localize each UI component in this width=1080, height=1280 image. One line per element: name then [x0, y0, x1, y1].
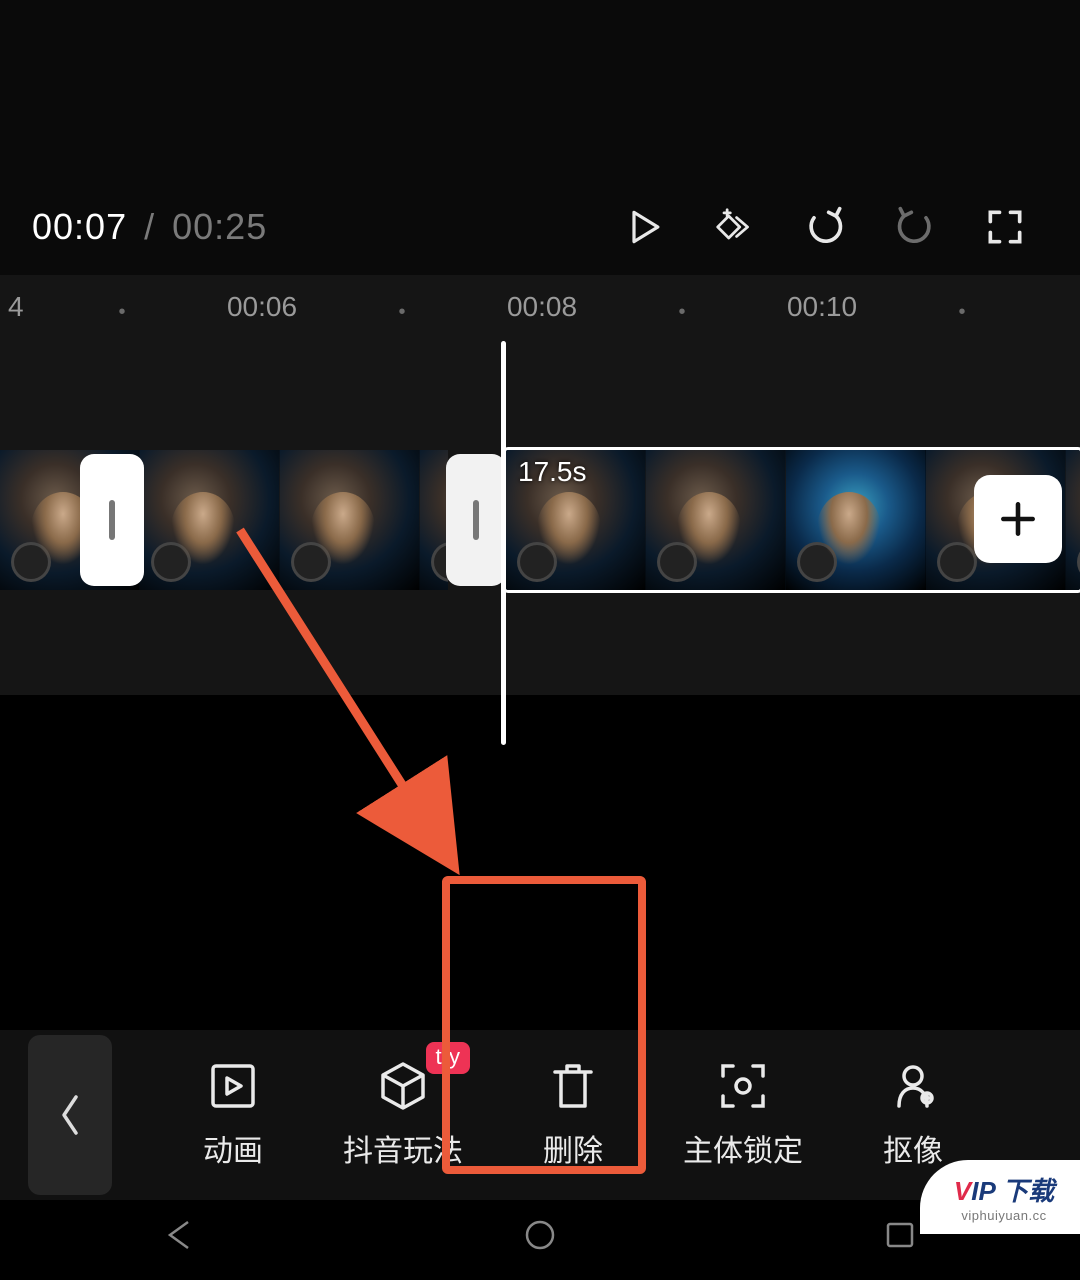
play-button[interactable]: [600, 197, 690, 257]
tool-animation[interactable]: 动画: [148, 1060, 318, 1170]
undo-button[interactable]: [780, 197, 870, 257]
ruler-tick: 00:06: [227, 291, 297, 323]
player-controls: 00:07 / 00:25: [0, 197, 1080, 257]
keyframe-button[interactable]: [690, 197, 780, 257]
animation-icon: [207, 1060, 259, 1112]
nav-back-icon[interactable]: [160, 1218, 200, 1257]
tool-douyin-effects[interactable]: try 抖音玩法: [318, 1060, 488, 1170]
system-nav-bar: [0, 1200, 1080, 1280]
tool-label: 删除: [543, 1126, 603, 1170]
time-separator: /: [144, 206, 155, 247]
cutout-icon: [887, 1060, 939, 1112]
watermark: VIP 下载 viphuiyuan.cc: [920, 1160, 1080, 1234]
time-display: 00:07 / 00:25: [32, 206, 267, 248]
ruler-tick: 00:08: [507, 291, 577, 323]
ruler-edge: 4: [8, 291, 24, 323]
time-ruler[interactable]: 4 • 00:06 • 00:08 • 00:10 •: [0, 275, 1080, 333]
transition-handle[interactable]: [446, 454, 506, 586]
watermark-brand-v: V: [954, 1176, 971, 1206]
tool-cutout[interactable]: 抠像: [828, 1060, 998, 1170]
toolbar-back-button[interactable]: [28, 1035, 112, 1195]
redo-button[interactable]: [870, 197, 960, 257]
tool-subject-lock[interactable]: 主体锁定: [658, 1060, 828, 1170]
clip-duration-badge: 17.5s: [518, 456, 587, 488]
delete-icon: [547, 1060, 599, 1112]
ruler-tick: 00:10: [787, 291, 857, 323]
time-current: 00:07: [32, 206, 127, 247]
add-clip-button[interactable]: [974, 475, 1062, 563]
timeline[interactable]: 4 • 00:06 • 00:08 • 00:10 • 17.5s: [0, 275, 1080, 695]
tool-label: 抠像: [883, 1126, 943, 1170]
time-total: 00:25: [172, 206, 267, 247]
tool-label: 抖音玩法: [343, 1126, 463, 1170]
nav-home-icon[interactable]: [520, 1218, 560, 1257]
nav-recent-icon[interactable]: [880, 1218, 920, 1257]
fullscreen-button[interactable]: [960, 197, 1050, 257]
edit-toolbar: 动画 try 抖音玩法 删除 主体锁定: [0, 1030, 1080, 1200]
tool-delete[interactable]: 删除: [488, 1060, 658, 1170]
tool-label: 动画: [203, 1126, 263, 1170]
clips-row: 17.5s: [0, 450, 1080, 590]
focus-lock-icon: [717, 1060, 769, 1112]
video-preview: 00:07 / 00:25: [0, 0, 1080, 275]
playhead[interactable]: [501, 341, 506, 745]
transition-handle[interactable]: [80, 454, 144, 586]
watermark-url: viphuiyuan.cc: [961, 1208, 1046, 1223]
try-badge: try: [426, 1042, 470, 1074]
cube-icon: [377, 1060, 429, 1112]
video-clip-1[interactable]: [0, 450, 448, 590]
watermark-brand-rest: IP 下载: [971, 1176, 1054, 1206]
tool-label: 主体锁定: [683, 1126, 803, 1170]
